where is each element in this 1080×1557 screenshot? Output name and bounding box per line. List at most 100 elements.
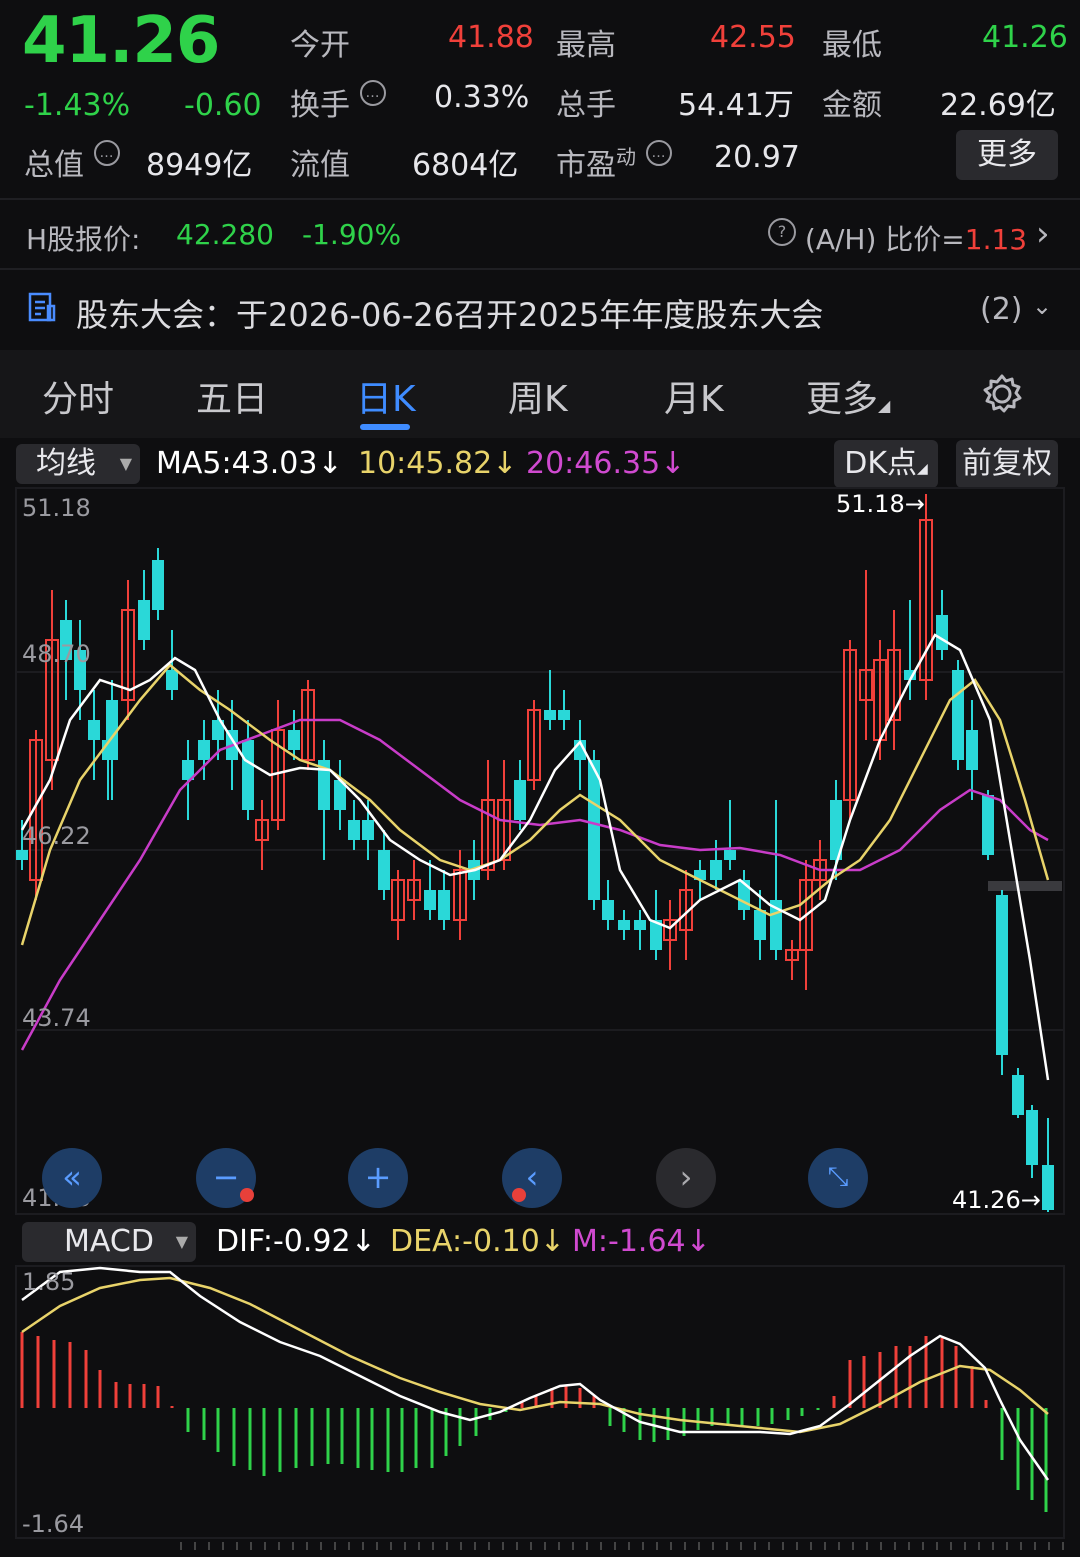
gear-icon[interactable] (980, 372, 1024, 416)
red-dot (240, 1188, 254, 1202)
candle-body (88, 720, 100, 740)
candle-body (966, 730, 978, 770)
ma10-value: 10:45.82↓ (358, 446, 517, 481)
candle-body (198, 740, 210, 760)
dk-point-button[interactable]: DK点◢ (834, 440, 938, 488)
dif-value: DIF:-0.92↓ (216, 1224, 376, 1259)
market-cap-label: 总值 … (24, 140, 120, 184)
dif-line (21, 1266, 1050, 1481)
forward-adjust-button[interactable]: 前复权 (956, 440, 1058, 488)
expand-icon[interactable]: ⤡ (808, 1148, 868, 1208)
macd-chart[interactable] (0, 1262, 1080, 1557)
turnover-label-text: 换手 (290, 88, 350, 123)
tab-monthly-k[interactable]: 月K (664, 370, 724, 422)
ma20-value: 20:46.35↓ (526, 446, 685, 481)
candle-body (996, 895, 1008, 1055)
amount-label: 金额 (822, 88, 882, 123)
document-icon (28, 292, 56, 324)
dots-info-icon[interactable]: … (359, 80, 386, 106)
tab-weekly-k[interactable]: 周K (508, 370, 568, 422)
right-icon[interactable]: › (656, 1148, 716, 1208)
pe-value: 20.97 (714, 140, 800, 175)
y-label: 48.70 (22, 640, 91, 668)
hshare-price: 42.280 (176, 218, 274, 251)
hshare-change: -1.90% (302, 218, 402, 251)
double-left-icon[interactable]: « (42, 1148, 102, 1208)
ah-ratio-label: (A/H) 比价= (804, 223, 965, 256)
caret-down-icon: ▼ (119, 454, 132, 473)
candle-body (288, 730, 300, 750)
candle-body (438, 890, 450, 920)
candle-body (936, 615, 948, 650)
candle-body (634, 920, 646, 930)
candle-body (602, 900, 614, 920)
plus-icon[interactable]: + (348, 1148, 408, 1208)
candle-body (152, 560, 164, 610)
red-dot (512, 1188, 526, 1202)
candle-body (242, 740, 254, 810)
candle-body (1012, 1075, 1024, 1115)
down-arrow-icon: ↓ (685, 1224, 711, 1259)
ma-selector[interactable]: 均线 ▼ (16, 444, 140, 484)
tab-more-label: 更多 (806, 379, 879, 420)
candle-body (558, 710, 570, 720)
dots-info-icon[interactable]: … (645, 140, 672, 166)
ma10-value-text: 10:45.82 (358, 446, 493, 481)
ma5-value: MA5:43.03↓ (156, 446, 343, 481)
turnover-label: 换手 … (290, 80, 386, 124)
chevron-down-icon[interactable]: ⌄ (1032, 292, 1052, 320)
y-label: 46.22 (22, 822, 91, 850)
ma-selector-label: 均线 (36, 446, 96, 481)
candle-body (952, 670, 964, 760)
candle-body (588, 760, 600, 900)
kline-chart[interactable] (0, 486, 1080, 1216)
more-button[interactable]: 更多 (956, 130, 1058, 180)
caret-down-icon: ▼ (175, 1232, 188, 1251)
help-icon[interactable]: ? (768, 218, 796, 246)
candle-body (754, 910, 766, 940)
ma5-value-text: MA5:43.03 (156, 446, 318, 481)
chevron-right-icon[interactable]: › (1036, 214, 1050, 254)
corner-triangle-icon: ◢ (917, 461, 928, 477)
dots-info-icon[interactable]: … (93, 140, 120, 166)
tab-intraday[interactable]: 分时 (42, 370, 114, 422)
m-value: M:-1.64↓ (572, 1224, 711, 1259)
y-label: 43.74 (22, 1004, 91, 1032)
high-label: 最高 (556, 28, 616, 63)
macd-y-bottom: -1.64 (22, 1510, 85, 1538)
candle-body (514, 780, 526, 820)
down-arrow-icon: ↓ (539, 1224, 565, 1259)
hshare-label: H股报价: (26, 223, 141, 256)
tab-more[interactable]: 更多◢ (806, 370, 890, 422)
turnover-value: 0.33% (434, 80, 530, 115)
corner-triangle-icon: ◢ (878, 396, 891, 415)
macd-selector-label: MACD (64, 1224, 154, 1259)
candle-body (348, 820, 360, 840)
tab-daily-k[interactable]: 日K (356, 370, 416, 422)
last-price: 41.26 (22, 4, 220, 78)
candle-body (982, 795, 994, 855)
ah-ratio[interactable]: ? (A/H) 比价=1.13 (768, 218, 1027, 258)
open-value: 41.88 (448, 20, 534, 55)
volume-value: 54.41万 (678, 88, 794, 123)
ma20-value-text: 20:46.35 (526, 446, 661, 481)
change-amount: -0.60 (184, 88, 262, 123)
market-cap-label-text: 总值 (24, 148, 84, 183)
tab-five-day[interactable]: 五日 (196, 370, 268, 422)
minus-icon[interactable]: − (196, 1148, 256, 1208)
float-cap-value: 6804亿 (412, 148, 519, 183)
down-arrow-icon: ↓ (317, 446, 343, 481)
dif-value-text: DIF:-0.92 (216, 1224, 351, 1259)
notice-count: (2) (980, 292, 1023, 327)
notice-text[interactable]: 股东大会：于2026-06-26召开2025年年度股东大会 (76, 290, 823, 336)
dea-value: DEA:-0.10↓ (390, 1224, 565, 1259)
left-icon[interactable]: ‹ (502, 1148, 562, 1208)
candle-body (710, 860, 722, 880)
high-value: 42.55 (710, 20, 796, 55)
candle-body (544, 710, 556, 720)
macd-y-top: 1.85 (22, 1268, 76, 1296)
candle-body (724, 850, 736, 860)
candle-body (1026, 1110, 1038, 1165)
volume-label: 总手 (556, 88, 616, 123)
macd-selector[interactable]: MACD ▼ (22, 1222, 196, 1262)
